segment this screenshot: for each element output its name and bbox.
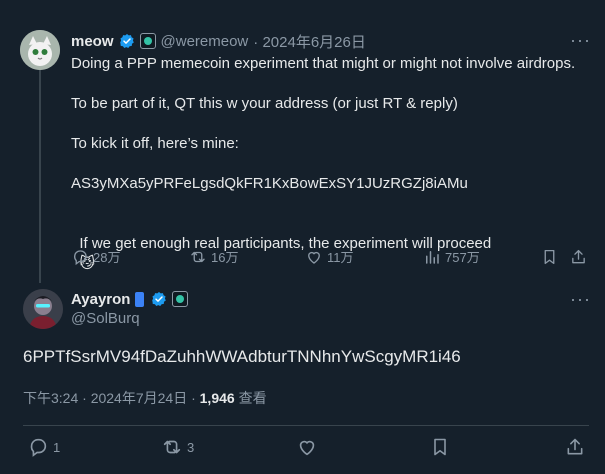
repost-button[interactable]: 3 — [161, 436, 194, 458]
reply-icon — [74, 249, 87, 265]
handle[interactable]: @SolBurq — [71, 310, 140, 327]
bookmark-icon — [434, 438, 446, 456]
more-options-button[interactable]: ··· — [570, 289, 591, 310]
tweet-date[interactable]: · 2024年6月26日 — [253, 31, 366, 52]
heart-icon — [308, 251, 320, 264]
like-count: 11万 — [327, 250, 354, 265]
reply-icon — [30, 438, 47, 457]
bookmark-icon — [544, 249, 555, 265]
reply-count: 1 — [53, 439, 61, 455]
tweet-line-2: To be part of it, QT this w your address… — [71, 95, 458, 112]
repost-count: 3 — [187, 439, 195, 455]
affiliation-badge-icon[interactable] — [139, 33, 156, 49]
tweet-line-1: Doing a PPP memecoin experiment that mig… — [71, 55, 576, 72]
more-options-button[interactable]: ··· — [570, 30, 591, 51]
views-label: 查看 — [234, 390, 267, 406]
reply-button[interactable]: 28万 — [71, 247, 120, 266]
tweet-metadata: 下午3:24 · 2024年7月24日 · 1,946 查看 — [23, 388, 267, 408]
heart-icon — [299, 440, 315, 456]
display-name[interactable]: Ayayron — [71, 291, 130, 308]
like-button[interactable]: 11万 — [305, 247, 354, 266]
avatar[interactable] — [23, 289, 63, 329]
tweet-line-3: To kick it off, here’s mine: — [71, 135, 239, 152]
affiliation-badge-icon[interactable] — [172, 291, 189, 307]
phone-emoji-icon — [135, 291, 145, 307]
tweet-timestamp[interactable]: 下午3:24 · 2024年7月24日 · — [23, 390, 200, 406]
reply-header: Ayayron — [71, 289, 189, 309]
bookmark-button[interactable] — [430, 436, 450, 463]
thread-connector-line — [39, 70, 41, 283]
tweet-header: meow @weremeow · 2024年6月26日 — [71, 31, 366, 51]
person-avatar-icon — [23, 289, 63, 329]
views-count: 757万 — [445, 250, 480, 265]
reply-count: 28万 — [93, 250, 121, 265]
repost-icon — [163, 440, 181, 454]
repost-icon — [191, 251, 205, 262]
views-button[interactable]: 757万 — [423, 247, 480, 266]
bookmark-button[interactable] — [541, 248, 558, 271]
verified-badge-icon — [119, 34, 134, 48]
handle[interactable]: @weremeow — [161, 33, 249, 50]
display-name[interactable]: meow — [71, 33, 114, 50]
avatar[interactable] — [20, 30, 60, 70]
repost-count: 16万 — [211, 250, 239, 265]
wallet-address: AS3yMXa5yPRFeLgsdQkFR1KxBowExSY1JUzRGZj8… — [71, 175, 468, 192]
analytics-icon — [426, 250, 439, 264]
reply-text: 6PPTfSsrMV94fDaZuhhWWAdbturTNNhnYwScgyMR… — [23, 347, 461, 366]
share-button[interactable] — [565, 436, 585, 463]
share-icon — [567, 438, 583, 455]
verified-badge-icon — [152, 292, 167, 306]
share-button[interactable] — [570, 248, 587, 271]
cat-avatar-icon — [20, 30, 60, 70]
divider — [23, 425, 589, 426]
repost-button[interactable]: 16万 — [189, 247, 238, 266]
share-icon — [572, 249, 585, 264]
views-number: 1,946 — [199, 390, 235, 406]
like-button[interactable] — [296, 436, 318, 463]
reply-button[interactable]: 1 — [27, 436, 60, 458]
